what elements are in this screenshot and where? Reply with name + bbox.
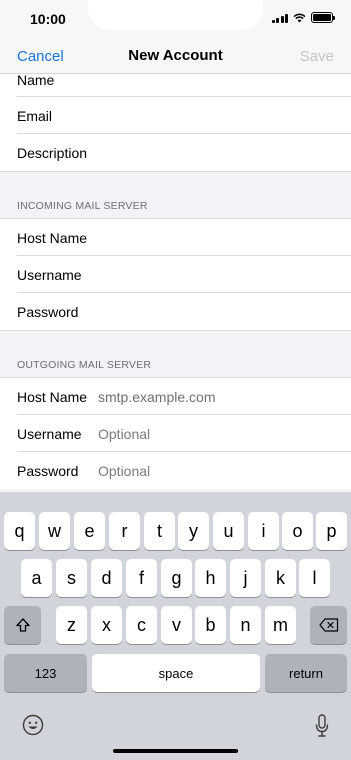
outgoing-server-group: Host Name smtp.example.com Username Opti… [0, 378, 351, 489]
status-time: 10:00 [30, 11, 66, 27]
key-m[interactable]: m [265, 606, 296, 644]
outgoing-header-text: OUTGOING MAIL SERVER [17, 359, 152, 371]
home-indicator[interactable] [113, 749, 238, 753]
account-form: Name Email Description INCOMING MAIL SER… [0, 74, 351, 492]
outgoing-username-label: Username [17, 425, 82, 442]
outgoing-section-header: OUTGOING MAIL SERVER [0, 330, 351, 378]
outgoing-password-placeholder[interactable]: Optional [98, 463, 150, 479]
key-q[interactable]: q [4, 512, 35, 550]
description-field[interactable]: Description [0, 134, 351, 171]
outgoing-host-name-value[interactable]: smtp.example.com [98, 389, 215, 405]
key-g[interactable]: g [161, 559, 192, 597]
save-button[interactable]: Save [300, 48, 334, 65]
key-e[interactable]: e [74, 512, 105, 550]
key-o[interactable]: o [282, 512, 313, 550]
navigation-bar: Cancel New Account Save [0, 38, 351, 74]
key-d[interactable]: d [91, 559, 122, 597]
emoji-icon [22, 714, 44, 736]
key-u[interactable]: u [213, 512, 244, 550]
key-f[interactable]: f [126, 559, 157, 597]
shift-key[interactable] [4, 606, 41, 644]
outgoing-host-name-field[interactable]: Host Name smtp.example.com [0, 378, 351, 415]
key-j[interactable]: j [230, 559, 261, 597]
key-a[interactable]: a [21, 559, 52, 597]
signal-icon [271, 13, 288, 23]
outgoing-host-name-label: Host Name [17, 388, 88, 405]
status-icons [271, 12, 335, 23]
key-t[interactable]: t [144, 512, 175, 550]
key-y[interactable]: y [178, 512, 209, 550]
status-bar: 10:00 [0, 0, 351, 38]
description-label: Description [17, 144, 88, 161]
notch [88, 0, 263, 30]
incoming-host-name-label: Host Name [17, 229, 88, 246]
key-i[interactable]: i [248, 512, 279, 550]
name-label: Name [17, 74, 55, 88]
return-key[interactable]: return [265, 654, 347, 692]
email-field[interactable]: Email [0, 97, 351, 134]
key-p[interactable]: p [316, 512, 347, 550]
account-info-group: Name Email Description [0, 74, 351, 171]
dictation-button[interactable] [315, 714, 329, 743]
shift-icon [15, 618, 30, 632]
key-r[interactable]: r [109, 512, 140, 550]
name-field[interactable]: Name [0, 74, 351, 97]
incoming-host-name-field[interactable]: Host Name [0, 219, 351, 256]
numbers-key[interactable]: 123 [4, 654, 87, 692]
outgoing-password-label: Password [17, 462, 79, 479]
key-h[interactable]: h [195, 559, 226, 597]
incoming-username-label: Username [17, 266, 82, 283]
page-title: New Account [128, 47, 223, 64]
key-k[interactable]: k [265, 559, 296, 597]
email-label: Email [17, 107, 53, 124]
key-x[interactable]: x [91, 606, 122, 644]
keyboard: q w e r t y u i o p a s d f g h j k l z … [0, 492, 351, 760]
key-s[interactable]: s [56, 559, 87, 597]
outgoing-password-field[interactable]: Password Optional [0, 452, 351, 489]
incoming-username-field[interactable]: Username [0, 256, 351, 293]
key-w[interactable]: w [39, 512, 70, 550]
key-n[interactable]: n [230, 606, 261, 644]
incoming-server-group: Host Name Username Password [0, 219, 351, 330]
key-z[interactable]: z [56, 606, 87, 644]
microphone-icon [315, 714, 329, 737]
outgoing-username-placeholder[interactable]: Optional [98, 426, 150, 442]
outgoing-username-field[interactable]: Username Optional [0, 415, 351, 452]
key-l[interactable]: l [299, 559, 330, 597]
incoming-password-field[interactable]: Password [0, 293, 351, 330]
delete-key[interactable] [310, 606, 347, 644]
key-v[interactable]: v [161, 606, 192, 644]
wifi-icon [293, 13, 306, 22]
key-c[interactable]: c [126, 606, 157, 644]
incoming-header-text: INCOMING MAIL SERVER [17, 200, 148, 212]
incoming-section-header: INCOMING MAIL SERVER [0, 171, 351, 219]
battery-icon [311, 12, 335, 23]
space-key[interactable]: space [92, 654, 260, 692]
delete-icon [318, 618, 338, 632]
key-b[interactable]: b [195, 606, 226, 644]
incoming-password-label: Password [17, 303, 79, 320]
emoji-button[interactable] [22, 714, 44, 741]
